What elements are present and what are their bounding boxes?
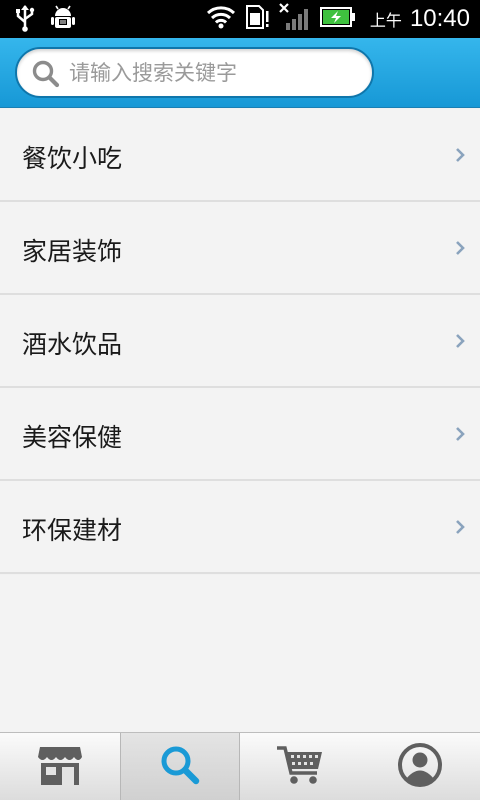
usb-icon (14, 4, 36, 36)
category-label: 环保建材 (22, 516, 123, 545)
category-item-catering[interactable]: 餐饮小吃 (0, 109, 480, 202)
android-debug-icon (50, 4, 76, 36)
tab-store[interactable] (0, 733, 120, 800)
category-label: 家居装饰 (22, 237, 123, 266)
wifi-icon (206, 5, 236, 33)
tab-search[interactable] (120, 733, 240, 800)
chevron-right-icon (454, 240, 466, 256)
user-profile-icon (397, 742, 443, 792)
bottom-tab-bar (0, 732, 480, 800)
chevron-right-icon (454, 147, 466, 163)
chevron-right-icon (454, 426, 466, 442)
category-list: 餐饮小吃 家居装饰 酒水饮品 美容保健 环保建材 (0, 109, 480, 574)
search-box[interactable] (15, 47, 374, 98)
tab-cart[interactable] (240, 733, 360, 800)
header-bar (0, 38, 480, 108)
list-empty-area (0, 575, 480, 732)
tab-profile[interactable] (360, 733, 480, 800)
sd-card-icon (244, 3, 270, 35)
cart-icon (275, 743, 325, 791)
search-icon (31, 59, 61, 89)
status-bar: 上午 10:40 (0, 0, 480, 38)
chevron-right-icon (454, 519, 466, 535)
battery-charging-icon (319, 6, 356, 32)
no-signal-icon (278, 2, 312, 36)
category-item-beverages[interactable]: 酒水饮品 (0, 295, 480, 388)
status-time: 10:40 (409, 5, 470, 32)
category-item-home-decor[interactable]: 家居装饰 (0, 202, 480, 295)
chevron-right-icon (454, 333, 466, 349)
category-label: 餐饮小吃 (22, 144, 123, 173)
search-icon (158, 743, 202, 791)
category-item-beauty-health[interactable]: 美容保健 (0, 388, 480, 481)
category-item-eco-materials[interactable]: 环保建材 (0, 481, 480, 574)
store-icon (36, 743, 84, 791)
category-label: 酒水饮品 (22, 330, 123, 359)
status-ampm: 上午 (369, 11, 402, 30)
category-label: 美容保健 (22, 423, 123, 452)
search-input[interactable] (69, 55, 359, 91)
